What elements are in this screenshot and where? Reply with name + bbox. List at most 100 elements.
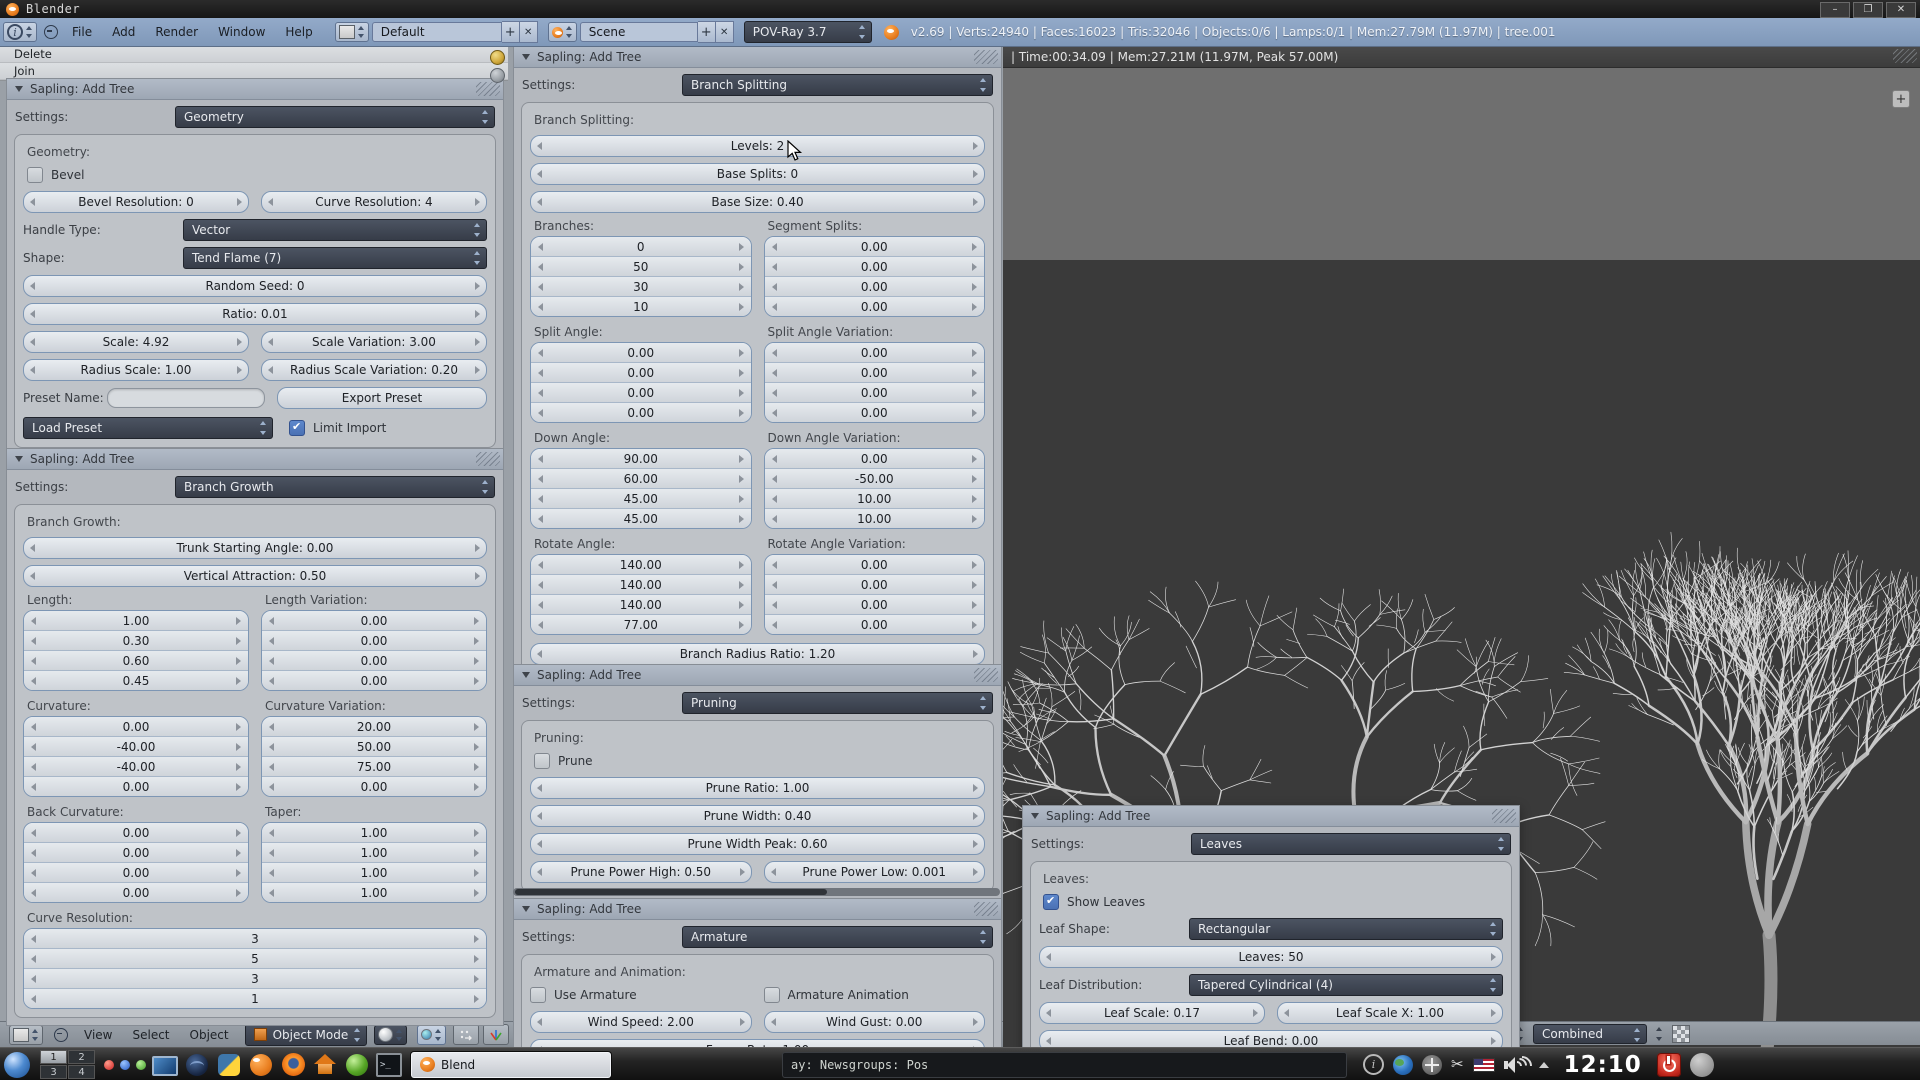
- number-field[interactable]: 0.00: [24, 717, 248, 736]
- increment-arrow[interactable]: [739, 369, 744, 377]
- decrement-arrow[interactable]: [269, 889, 274, 897]
- decrement-arrow[interactable]: [772, 409, 777, 417]
- settings-dropdown-geometry[interactable]: Geometry: [175, 106, 495, 128]
- menu-item-delete[interactable]: Delete: [0, 46, 508, 63]
- number-field[interactable]: 1.00: [262, 842, 486, 862]
- decrement-arrow[interactable]: [772, 389, 777, 397]
- decrement-arrow[interactable]: [772, 495, 777, 503]
- decrement-arrow[interactable]: [772, 581, 777, 589]
- layout-delete-button[interactable]: [520, 21, 538, 43]
- prune-ratio-slider[interactable]: Prune Ratio: 1.00: [530, 777, 985, 799]
- workspace-pager[interactable]: 1 2 3 4: [40, 1050, 95, 1079]
- footer-arrows-icon[interactable]: [1655, 1026, 1664, 1042]
- increment-arrow[interactable]: [236, 829, 241, 837]
- prune-power-high-slider[interactable]: Prune Power High: 0.50: [530, 861, 752, 883]
- number-field[interactable]: 1.00: [262, 882, 486, 902]
- number-field[interactable]: 0.00: [531, 382, 751, 402]
- python-launcher-icon[interactable]: [216, 1052, 242, 1078]
- increment-arrow[interactable]: [739, 263, 744, 271]
- screen-layout-button[interactable]: [335, 22, 369, 42]
- number-field[interactable]: 0.00: [531, 362, 751, 382]
- increment-arrow[interactable]: [973, 812, 978, 820]
- increment-arrow[interactable]: [739, 243, 744, 251]
- show-leaves-row[interactable]: Show Leaves: [1043, 894, 1501, 910]
- decrement-arrow[interactable]: [538, 621, 543, 629]
- increment-arrow[interactable]: [1491, 1037, 1496, 1045]
- decrement-arrow[interactable]: [771, 1018, 776, 1026]
- window-titlebar[interactable]: Blender – ❐ ✕: [0, 0, 1920, 18]
- firefox-launcher-icon[interactable]: [280, 1052, 306, 1078]
- wind-speed-slider[interactable]: Wind Speed: 2.00: [530, 1011, 752, 1033]
- number-field[interactable]: 45.00: [531, 508, 751, 528]
- limit-import-checkbox[interactable]: [289, 420, 305, 436]
- decrement-arrow[interactable]: [772, 369, 777, 377]
- shape-dropdown[interactable]: Tend Flame (7): [183, 247, 487, 269]
- wind-gust-slider[interactable]: Wind Gust: 0.00: [764, 1011, 986, 1033]
- increment-arrow[interactable]: [236, 763, 241, 771]
- decrement-arrow[interactable]: [538, 455, 543, 463]
- decrement-arrow[interactable]: [31, 617, 36, 625]
- render-engine-dropdown[interactable]: POV-Ray 3.7: [744, 21, 872, 43]
- minimize-button[interactable]: –: [1820, 2, 1850, 18]
- collapse-triangle-icon[interactable]: [522, 672, 530, 678]
- increment-arrow[interactable]: [739, 303, 744, 311]
- decrement-arrow[interactable]: [537, 812, 542, 820]
- leaf-scale-x-slider[interactable]: Leaf Scale X: 1.00: [1277, 1002, 1503, 1024]
- decrement-arrow[interactable]: [1046, 953, 1051, 961]
- number-field[interactable]: 90.00: [531, 449, 751, 468]
- number-field[interactable]: 0.00: [765, 594, 985, 614]
- number-field[interactable]: 45.00: [531, 488, 751, 508]
- number-field[interactable]: 0.00: [531, 402, 751, 422]
- decrement-arrow[interactable]: [268, 338, 273, 346]
- panel-grip-icon[interactable]: [476, 452, 500, 466]
- load-preset-dropdown[interactable]: Load Preset: [23, 417, 273, 439]
- decrement-arrow[interactable]: [538, 409, 543, 417]
- decrement-arrow[interactable]: [537, 840, 542, 848]
- increment-arrow[interactable]: [236, 889, 241, 897]
- increment-arrow[interactable]: [739, 601, 744, 609]
- decrement-arrow[interactable]: [538, 369, 543, 377]
- increment-arrow[interactable]: [237, 338, 242, 346]
- handle-type-dropdown[interactable]: Vector: [183, 219, 487, 241]
- shading-dropdown[interactable]: [374, 1025, 407, 1045]
- increment-arrow[interactable]: [972, 475, 977, 483]
- collapse-triangle-icon[interactable]: [522, 906, 530, 912]
- collapse-triangle-icon[interactable]: [15, 86, 23, 92]
- increment-arrow[interactable]: [740, 1018, 745, 1026]
- pivot-dropdown[interactable]: [417, 1025, 446, 1045]
- increment-arrow[interactable]: [740, 868, 745, 876]
- increment-arrow[interactable]: [973, 840, 978, 848]
- increment-arrow[interactable]: [474, 723, 479, 731]
- number-field[interactable]: 140.00: [531, 594, 751, 614]
- increment-arrow[interactable]: [972, 495, 977, 503]
- number-field[interactable]: 0.00: [24, 823, 248, 842]
- base-size-slider[interactable]: Base Size: 0.40: [530, 191, 985, 213]
- decrement-arrow[interactable]: [537, 170, 542, 178]
- number-field[interactable]: 0.00: [262, 776, 486, 796]
- collapse-triangle-icon[interactable]: [1031, 813, 1039, 819]
- prune-checkbox[interactable]: [534, 753, 550, 769]
- increment-arrow[interactable]: [474, 849, 479, 857]
- decrement-arrow[interactable]: [269, 637, 274, 645]
- number-field[interactable]: 0.00: [765, 574, 985, 594]
- increment-arrow[interactable]: [474, 889, 479, 897]
- decrement-arrow[interactable]: [538, 561, 543, 569]
- collapse-triangle-icon[interactable]: [522, 54, 530, 60]
- panel-branch-splitting-header[interactable]: Sapling: Add Tree: [514, 47, 1001, 68]
- home-folder-icon[interactable]: [312, 1052, 338, 1078]
- increment-arrow[interactable]: [236, 783, 241, 791]
- increment-arrow[interactable]: [972, 581, 977, 589]
- decrement-arrow[interactable]: [538, 389, 543, 397]
- decrement-arrow[interactable]: [31, 677, 36, 685]
- session-icon[interactable]: [1690, 1053, 1714, 1077]
- settings-dropdown-branch-splitting[interactable]: Branch Splitting: [682, 74, 993, 96]
- base-splits-slider[interactable]: Base Splits: 0: [530, 163, 985, 185]
- blue-dot-icon[interactable]: [120, 1060, 130, 1070]
- increment-arrow[interactable]: [236, 723, 241, 731]
- number-field[interactable]: 3: [24, 968, 486, 988]
- number-field[interactable]: 140.00: [531, 574, 751, 594]
- decrement-arrow[interactable]: [538, 263, 543, 271]
- layout-name-field[interactable]: Default: [372, 22, 502, 42]
- number-field[interactable]: 0.00: [24, 882, 248, 902]
- decrement-arrow[interactable]: [31, 995, 36, 1003]
